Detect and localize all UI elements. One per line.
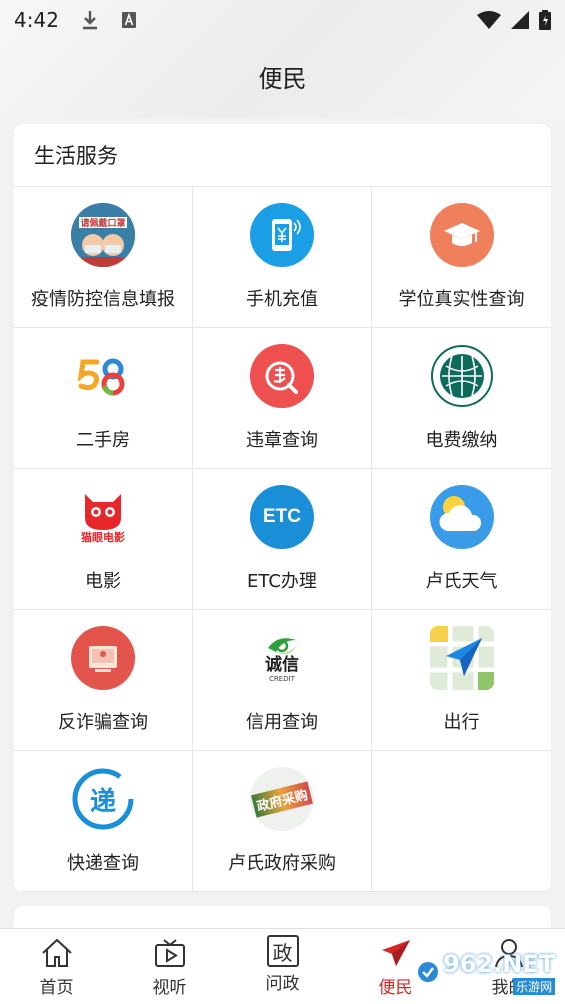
- tab-label: 便民: [378, 978, 413, 998]
- service-label: 卢氏天气: [425, 571, 498, 592]
- tab-label: 首页: [39, 978, 74, 998]
- service-item-credit[interactable]: 诚信 CREDIT 信用查询: [193, 610, 372, 751]
- maoyan-text: 猫眼电影: [81, 531, 125, 544]
- battery-icon: [539, 10, 551, 30]
- tab-inquiry[interactable]: 政 问政: [226, 929, 339, 1004]
- inquiry-icon: 政: [266, 935, 299, 967]
- service-item-electricity-bill[interactable]: 电费缴纳: [372, 328, 551, 469]
- service-item-travel[interactable]: 出行: [372, 610, 551, 751]
- etc-icon: ETC: [250, 485, 314, 549]
- service-label: ETC办理: [247, 571, 317, 592]
- etc-text: ETC: [263, 506, 301, 527]
- watermark-logo-icon: [418, 962, 438, 982]
- mask-poster-icon: 请佩戴口罩: [71, 203, 135, 267]
- tab-label: 视听: [152, 978, 187, 998]
- service-label: 疫情防控信息填报: [31, 289, 175, 310]
- service-item-gov-procurement[interactable]: 政府采购 卢氏政府采购: [193, 751, 372, 892]
- credit-cn-text: 诚信: [265, 654, 299, 675]
- service-label: 二手房: [76, 430, 130, 451]
- service-item-traffic-violation[interactable]: 违章查询: [193, 328, 372, 469]
- express-glyph: 递: [89, 786, 116, 817]
- anti-fraud-icon: [71, 626, 135, 690]
- navigation-icon: [429, 626, 494, 690]
- service-label: 卢氏政府采购: [228, 853, 336, 874]
- service-label: 快递查询: [67, 853, 139, 874]
- watermark-subtext: 乐游网: [513, 977, 556, 995]
- service-label: 手机充值: [246, 289, 318, 310]
- service-label: 电影: [85, 571, 121, 592]
- service-label: 学位真实性查询: [398, 289, 525, 310]
- service-item-second-hand-house[interactable]: 二手房: [14, 328, 193, 469]
- procurement-text: 政府采购: [251, 780, 313, 818]
- service-item-movie[interactable]: 猫眼电影 电影: [14, 469, 193, 610]
- violation-icon: [250, 344, 314, 408]
- wifi-icon: [477, 11, 501, 29]
- tv-play-icon: [152, 935, 188, 971]
- mask-poster-text: 请佩戴口罩: [80, 219, 126, 229]
- page-title: 便民: [258, 64, 307, 93]
- gov-procurement-icon: 政府采购: [250, 767, 314, 831]
- home-icon: [39, 935, 75, 971]
- status-bar: 4:42: [0, 0, 565, 40]
- tab-home[interactable]: 首页: [0, 929, 113, 1004]
- life-services-card: 生活服务 请佩戴口罩 疫情防控信息填报 手机充值 学位真实性查询 二手房 违章查…: [14, 124, 551, 892]
- service-item-weather[interactable]: 卢氏天气: [372, 469, 551, 610]
- service-item-anti-fraud[interactable]: 反诈骗查询: [14, 610, 193, 751]
- service-label: 信用查询: [246, 712, 318, 733]
- service-item-epidemic-report[interactable]: 请佩戴口罩 疫情防控信息填报: [14, 187, 193, 328]
- service-item-etc[interactable]: ETC ETC办理: [193, 469, 372, 610]
- section-title: 生活服务: [14, 124, 551, 187]
- signal-icon: [511, 11, 529, 29]
- 58-logo-icon: [71, 344, 135, 408]
- services-grid: 请佩戴口罩 疫情防控信息填报 手机充值 学位真实性查询 二手房 违章查询 电费缴…: [14, 187, 551, 892]
- service-label: 反诈骗查询: [58, 712, 148, 733]
- service-item-phone-topup[interactable]: 手机充值: [193, 187, 372, 328]
- status-time: 4:42: [14, 8, 59, 32]
- service-item-degree-verify[interactable]: 学位真实性查询: [372, 187, 551, 328]
- graduation-cap-icon: [429, 203, 494, 267]
- express-icon: 递: [71, 767, 135, 831]
- state-grid-logo-icon: [429, 344, 494, 408]
- empty-cell: [372, 751, 551, 892]
- inquiry-glyph: 政: [272, 940, 293, 965]
- tab-audio-video[interactable]: 视听: [113, 929, 226, 1004]
- header: 便民: [0, 40, 565, 112]
- maoyan-cat-icon: 猫眼电影: [71, 485, 135, 549]
- watermark: 962.NET 乐游网: [417, 946, 557, 998]
- service-label: 出行: [443, 712, 480, 733]
- service-label: 电费缴纳: [425, 430, 498, 451]
- tab-label: 问政: [265, 974, 300, 994]
- credit-en-text: CREDIT: [269, 674, 295, 683]
- paper-plane-icon: [378, 935, 414, 971]
- download-icon: [82, 11, 97, 30]
- a-letter-icon: [121, 12, 136, 28]
- phone-yuan-icon: [250, 203, 314, 267]
- credit-logo-icon: 诚信 CREDIT: [250, 626, 314, 690]
- service-item-express[interactable]: 递 快递查询: [14, 751, 193, 892]
- watermark-text: 962.NET: [443, 949, 556, 978]
- weather-cloud-sun-icon: [429, 485, 494, 549]
- service-label: 违章查询: [246, 430, 318, 451]
